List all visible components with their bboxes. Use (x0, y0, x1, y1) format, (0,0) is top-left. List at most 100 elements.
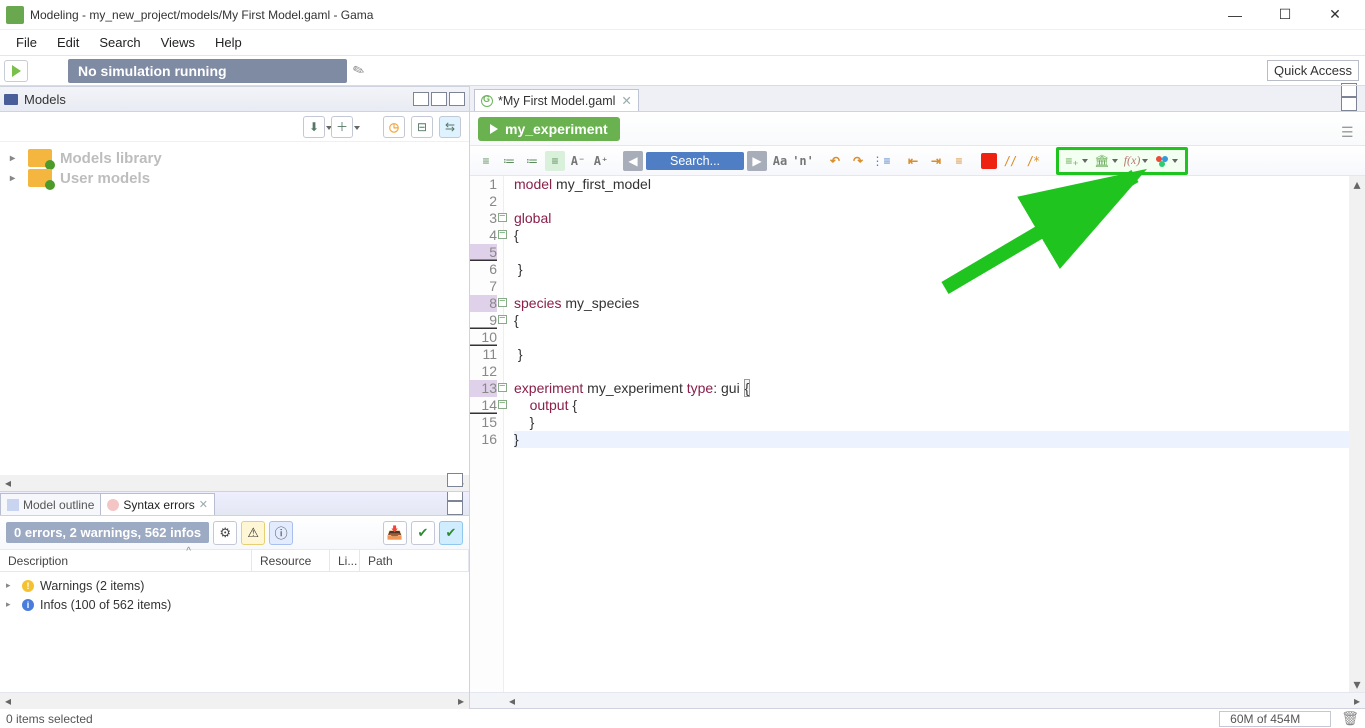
close-tab-icon[interactable]: ✕ (199, 498, 208, 511)
line-comment-icon[interactable]: // (1000, 151, 1020, 171)
menu-help[interactable]: Help (205, 32, 252, 53)
new-button[interactable]: ＋ (331, 116, 353, 138)
tab-label: Model outline (23, 498, 94, 512)
tab-model-outline[interactable]: Model outline (0, 493, 101, 515)
models-panel-header[interactable]: Models (0, 86, 469, 112)
editor-toolbar: ≡ ≔ ≔ ≡ A⁻ A⁺ ◀ Search... ▶ Aa 'n' ↶ ↷ ⋮… (470, 146, 1365, 176)
errors-toolbar: 0 errors, 2 warnings, 562 infos ⚙ ⚠ ⓘ 📥 … (0, 516, 469, 550)
maximize-button[interactable]: ☐ (1271, 5, 1299, 25)
menu-file[interactable]: File (6, 32, 47, 53)
maximize-panel-icon[interactable] (1341, 97, 1357, 111)
tab-label: Syntax errors (123, 498, 194, 512)
show-line-numbers-icon[interactable]: ≡ (476, 151, 496, 171)
color-marker-icon[interactable] (981, 153, 997, 169)
quick-access[interactable]: Quick Access (1267, 60, 1359, 81)
errors-hscrollbar[interactable]: ◂▸ (0, 692, 469, 708)
main-toolbar: No simulation running ✎ Quick Access (0, 56, 1365, 86)
templates-toolbar-group: ≡₊ 🏛 f(x) (1056, 147, 1188, 175)
whole-word-icon[interactable]: 'n' (793, 151, 813, 171)
menu-edit[interactable]: Edit (47, 32, 89, 53)
toggle-info-button[interactable]: ⓘ (269, 521, 293, 545)
outdent-icon[interactable]: ⇤ (903, 151, 923, 171)
import-button[interactable]: ⬇ (303, 116, 325, 138)
editor-tab-label: *My First Model.gaml (498, 94, 615, 108)
info-icon: i (22, 599, 34, 611)
errors-columns: Description Resource Li... Path (0, 550, 469, 572)
code-area[interactable]: model my_first_modelglobal{ }species my_… (504, 176, 1349, 692)
errors-list: ▸ ! Warnings (2 items) ▸ i Infos (100 of… (0, 572, 469, 618)
history-button[interactable]: ◷ (383, 116, 405, 138)
models-hscrollbar[interactable]: ◂▸ (0, 475, 469, 491)
gc-trash-icon[interactable]: 🗑 (1341, 710, 1359, 727)
prev-button[interactable]: ◀ (623, 151, 643, 171)
block-comment-icon[interactable]: /* (1023, 151, 1043, 171)
import-button[interactable]: 📥 (383, 521, 407, 545)
edit-icon[interactable]: ✎ (350, 61, 367, 81)
close-button[interactable]: ✕ (1321, 5, 1349, 25)
font-decrease-icon[interactable]: A⁻ (568, 151, 588, 171)
case-toggle-icon[interactable]: Aa (770, 151, 790, 171)
font-increase-icon[interactable]: A⁺ (591, 151, 611, 171)
errors-group-infos[interactable]: ▸ i Infos (100 of 562 items) (6, 595, 463, 614)
template-add-icon[interactable]: ≡₊ (1063, 152, 1081, 170)
editor-hscrollbar[interactable]: ◂▸ (470, 692, 1365, 708)
library-folder-icon (28, 149, 52, 167)
editor-tab[interactable]: *My First Model.gaml ✕ (474, 89, 639, 111)
warning-icon: ! (22, 580, 34, 592)
expand-icon[interactable]: ▸ (10, 173, 20, 184)
validate-all-button[interactable]: ✔ (439, 521, 463, 545)
list2-icon[interactable]: ≔ (522, 151, 542, 171)
collapse-icon[interactable]: ☰ (1341, 124, 1357, 134)
minimize-button[interactable]: — (1221, 5, 1249, 25)
next-button[interactable]: ▶ (747, 151, 767, 171)
indent-icon[interactable]: ⇥ (926, 151, 946, 171)
expand-icon[interactable]: ▸ (6, 599, 16, 610)
tree-item-user-models[interactable]: ▸ User models (10, 168, 459, 188)
undo-icon[interactable]: ↶ (825, 151, 845, 171)
link-editor-button[interactable]: ⇆ (439, 116, 461, 138)
filter-settings-button[interactable]: ⚙ (213, 521, 237, 545)
toggle-warnings-button[interactable]: ⚠ (241, 521, 265, 545)
run-experiment-button[interactable]: my_experiment (478, 117, 620, 141)
simulation-status: No simulation running (68, 59, 347, 83)
errors-group-warnings[interactable]: ▸ ! Warnings (2 items) (6, 576, 463, 595)
outline-icon (7, 499, 19, 511)
template-operator-icon[interactable]: f(x) (1123, 152, 1141, 170)
collapse-all-button[interactable]: ⊟ (411, 116, 433, 138)
format-icon[interactable]: ≡ (949, 151, 969, 171)
menu-bar: File Edit Search Views Help (0, 30, 1365, 56)
validate-button[interactable]: ✔ (411, 521, 435, 545)
search-input[interactable]: Search... (646, 152, 744, 170)
tree-item-models-library[interactable]: ▸ Models library (10, 148, 459, 168)
col-description[interactable]: Description (0, 550, 252, 571)
minimize-panel-icon[interactable] (431, 92, 447, 106)
models-tree: ▸ Models library ▸ User models (0, 142, 469, 194)
redo-icon[interactable]: ↷ (848, 151, 868, 171)
maximize-panel-icon[interactable] (447, 501, 463, 515)
col-resource[interactable]: Resource (252, 550, 330, 571)
gaml-file-icon (481, 95, 493, 107)
tab-syntax-errors[interactable]: Syntax errors ✕ (100, 493, 215, 515)
expand-icon[interactable]: ▸ (6, 580, 16, 591)
list-icon[interactable]: ≔ (499, 151, 519, 171)
editor-vscrollbar[interactable]: ▴▾ (1349, 176, 1365, 692)
expand-icon[interactable]: ▸ (10, 153, 20, 164)
view-menu-icon[interactable] (413, 92, 429, 106)
code-editor[interactable]: 12345678910111213141516 model my_first_m… (470, 176, 1365, 692)
maximize-panel-icon[interactable] (449, 92, 465, 106)
menu-search[interactable]: Search (89, 32, 150, 53)
view-menu-icon[interactable] (447, 473, 463, 487)
bullets-icon[interactable]: ⋮≡ (871, 151, 891, 171)
template-builtin-icon[interactable]: 🏛 (1093, 152, 1111, 170)
col-line[interactable]: Li... (330, 550, 360, 571)
col-path[interactable]: Path (360, 550, 469, 571)
paragraph-icon[interactable]: ≡ (545, 151, 565, 171)
errors-summary: 0 errors, 2 warnings, 562 infos (6, 522, 209, 543)
errors-row-label: Infos (100 of 562 items) (40, 598, 171, 612)
run-button[interactable] (4, 60, 28, 82)
editor-tabs: *My First Model.gaml ✕ (470, 86, 1365, 112)
template-color-icon[interactable] (1153, 152, 1171, 170)
close-tab-icon[interactable]: ✕ (621, 93, 631, 108)
errors-icon (107, 499, 119, 511)
menu-views[interactable]: Views (151, 32, 205, 53)
